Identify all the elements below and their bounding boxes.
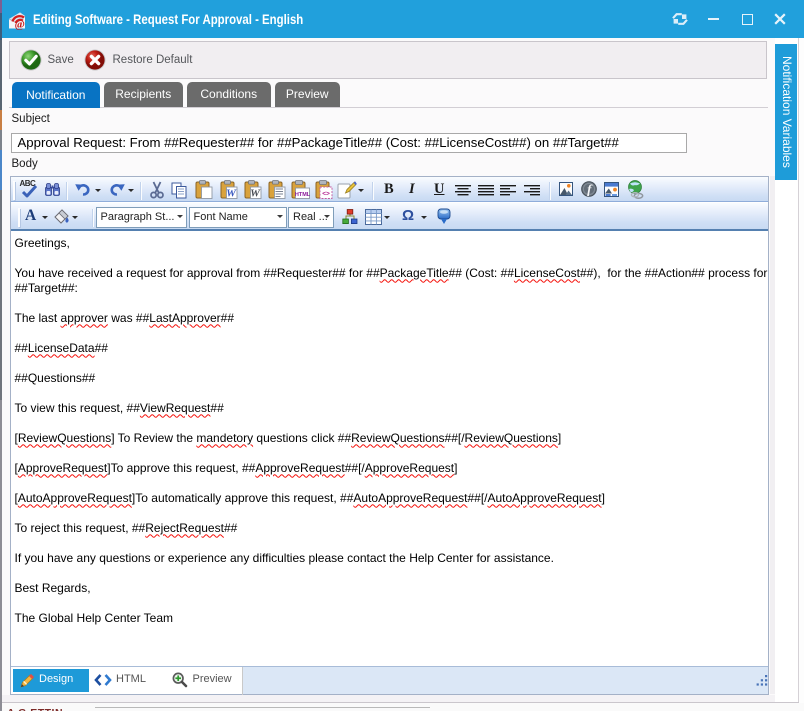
svg-text:W: W xyxy=(226,188,237,200)
svg-text:<>: <> xyxy=(322,191,330,198)
svg-text:@: @ xyxy=(15,19,25,31)
svg-text:W: W xyxy=(250,188,261,200)
svg-text:HTML: HTML xyxy=(294,192,309,198)
